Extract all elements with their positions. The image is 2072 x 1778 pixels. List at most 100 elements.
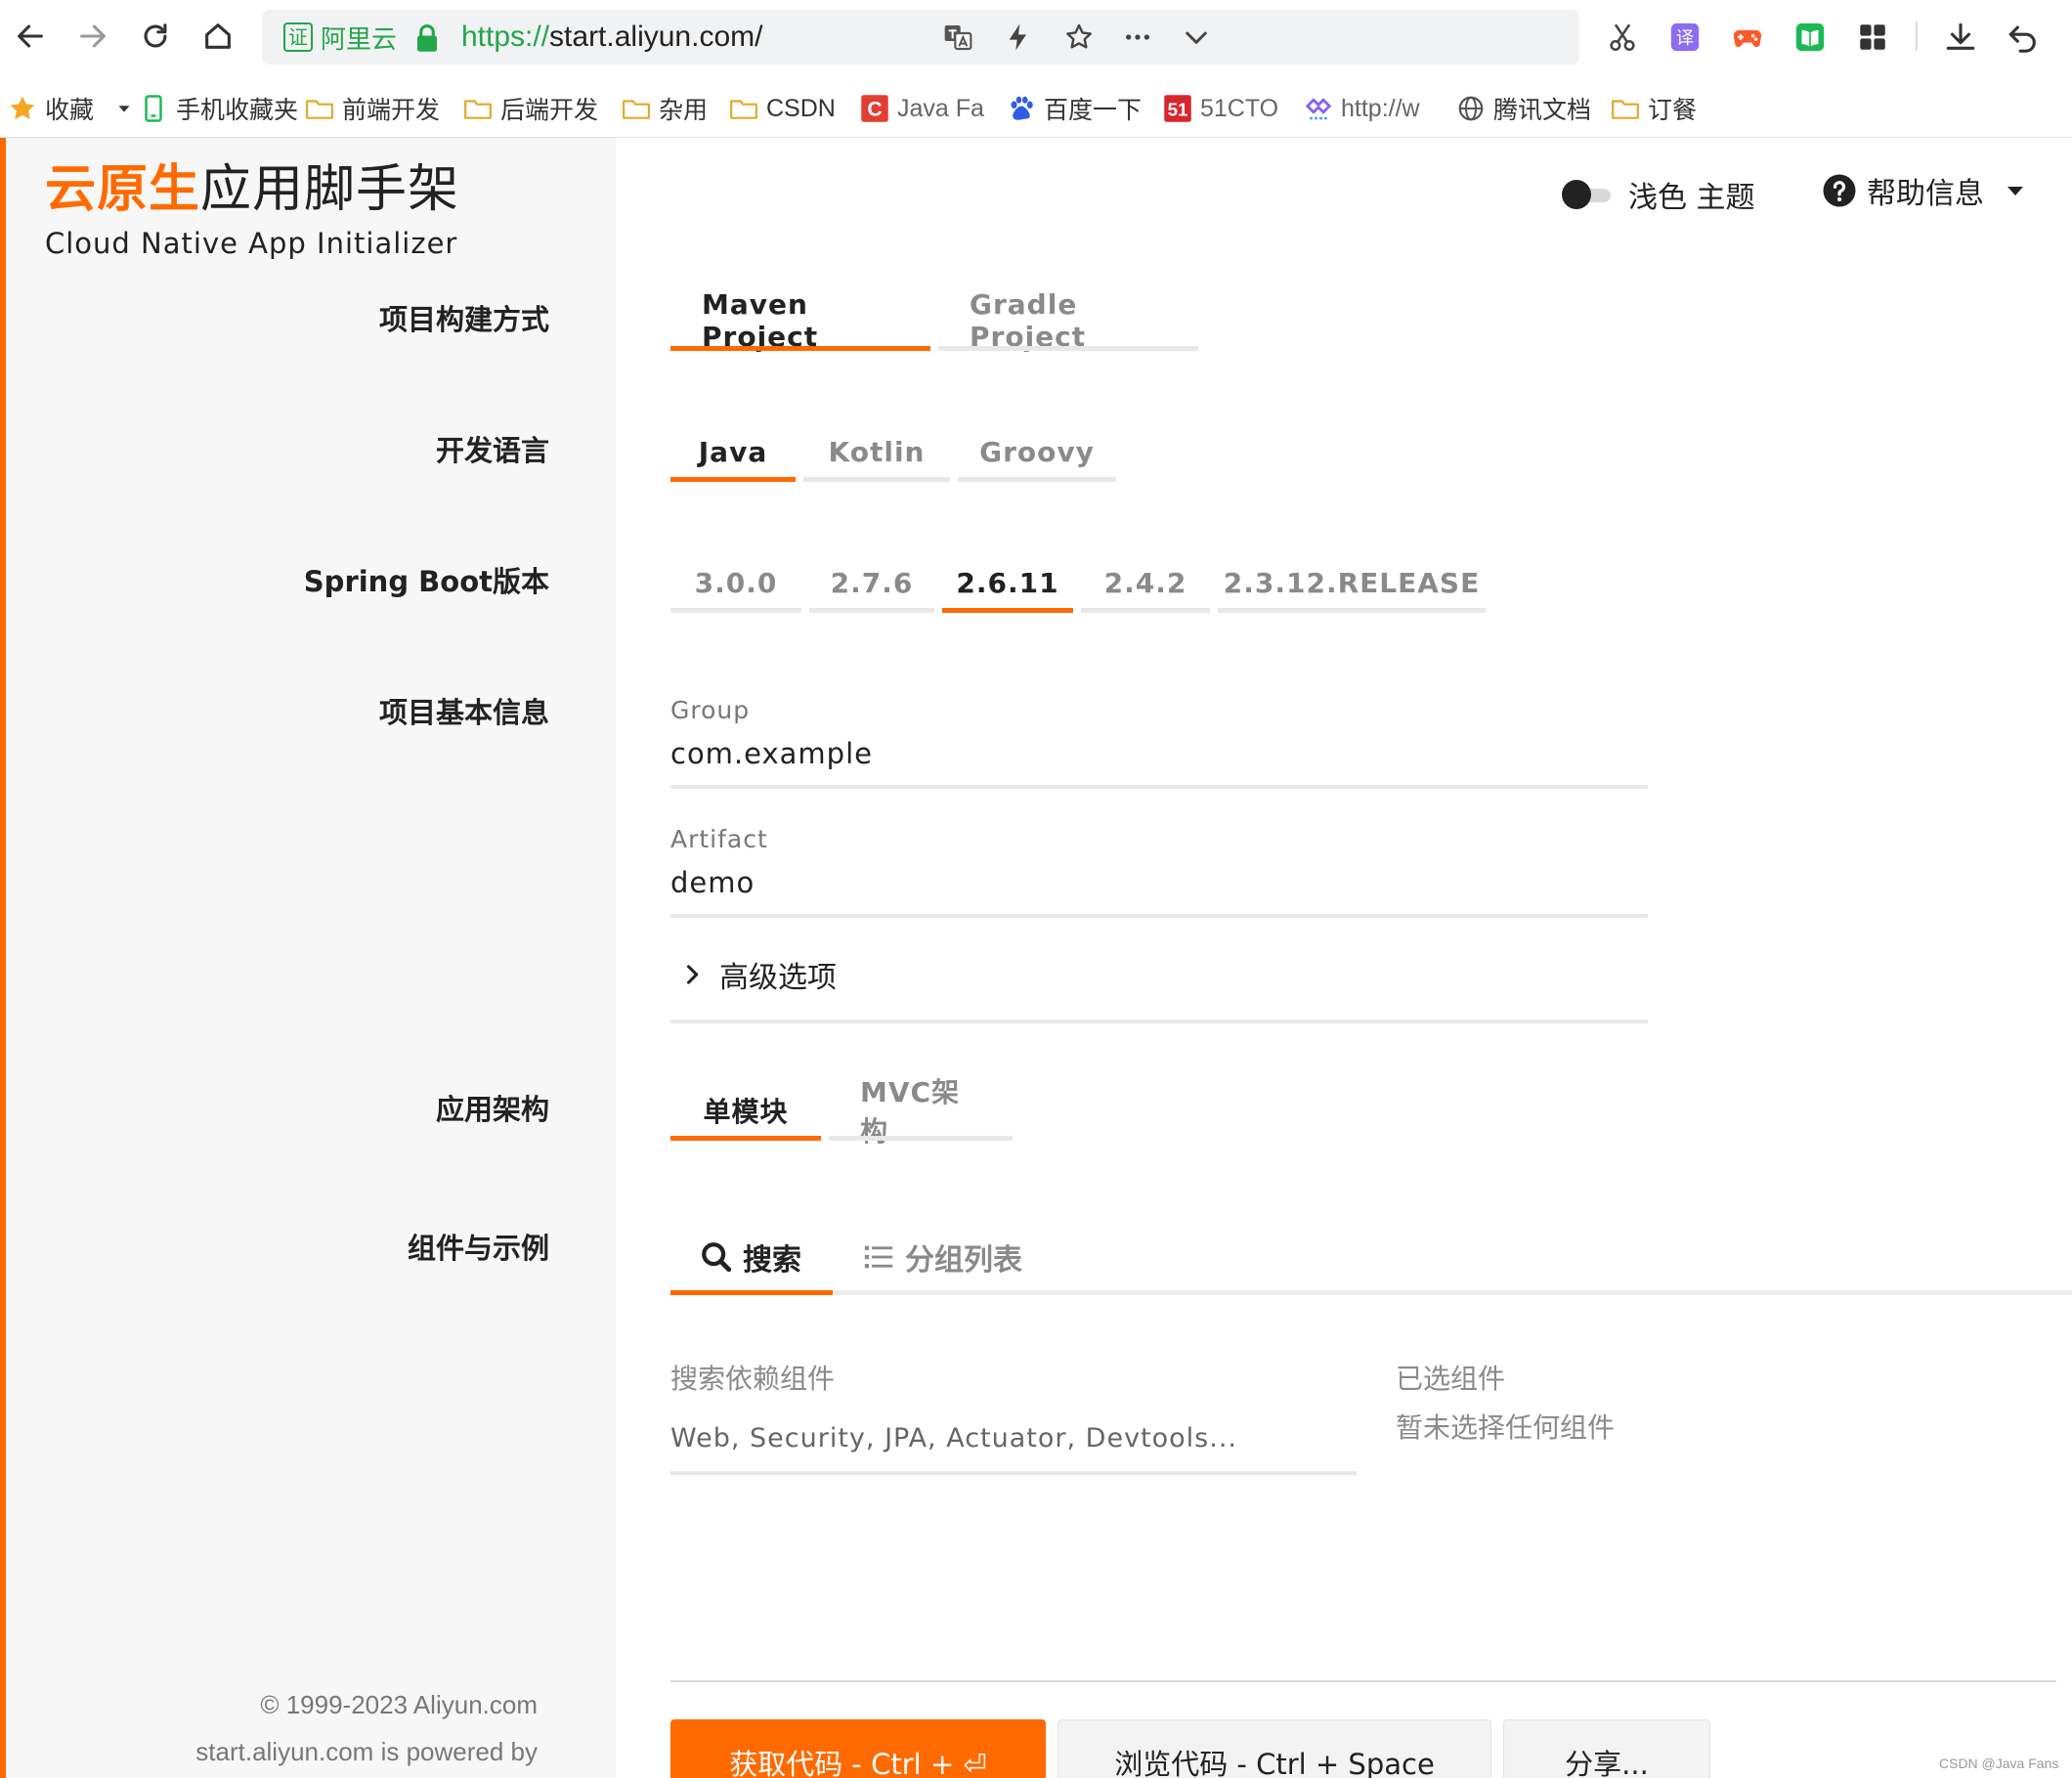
tab-groovy[interactable]: Groovy xyxy=(958,421,1116,482)
label-architecture: 应用架构 xyxy=(435,1093,549,1126)
bookmark-csdn-folder[interactable]: CSDN xyxy=(729,90,836,127)
bookmark-label: CSDN xyxy=(766,94,836,122)
screenshot-button[interactable] xyxy=(1603,18,1642,57)
url-host: start.aliyun.com/ xyxy=(549,21,763,53)
dependency-search: 搜索依赖组件 xyxy=(670,1360,1357,1475)
forward-button[interactable] xyxy=(68,12,117,61)
watermark: CSDN @Java Fans xyxy=(1939,1756,2059,1771)
switch-knob xyxy=(1562,180,1591,209)
help-menu[interactable]: 帮助信息 xyxy=(1822,169,2027,212)
folder-icon xyxy=(1612,100,1639,119)
apps-button[interactable] xyxy=(1853,18,1892,57)
bookmark-label: 杂用 xyxy=(659,97,709,124)
reload-button[interactable] xyxy=(131,12,180,61)
folder-icon xyxy=(306,100,333,119)
tab-version-3-0-0[interactable]: 3.0.0 xyxy=(670,552,801,613)
tab-kotlin[interactable]: Kotlin xyxy=(803,421,950,482)
csdn-c-icon: C xyxy=(861,95,888,122)
reader-button[interactable] xyxy=(1791,18,1830,57)
tab-java[interactable]: Java xyxy=(670,421,796,482)
bookmark-label: Java Fa xyxy=(897,94,984,122)
translate-ext-button[interactable]: 译 xyxy=(1665,18,1705,57)
group-value[interactable]: com.example xyxy=(670,734,1648,773)
tab-single-module[interactable]: 单模块 xyxy=(670,1080,821,1141)
translate-ext-icon: 译 xyxy=(1670,22,1700,52)
translate-button[interactable] xyxy=(938,20,977,55)
bookmark-baidu[interactable]: 百度一下 xyxy=(1007,90,1142,127)
artifact-value[interactable]: demo xyxy=(670,863,1648,902)
theme-label: 浅色 主题 xyxy=(1628,181,1755,215)
tab-group-list-label: 分组列表 xyxy=(905,1242,1022,1278)
tab-maven-project[interactable]: Maven Project xyxy=(670,288,930,353)
bookmarks-bar: 收藏 手机收藏夹 前端开发 后端开发 杂用 CSDN C Java Fa 百度一… xyxy=(0,82,2072,135)
url-text[interactable]: https://start.aliyun.com/ xyxy=(461,20,762,55)
certificate-badge[interactable]: 证 阿里云 xyxy=(283,22,398,55)
brand-title-rest: 应用脚手架 xyxy=(200,160,460,219)
dropdown-button[interactable] xyxy=(1177,20,1216,55)
advanced-options[interactable]: 高级选项 xyxy=(670,947,1648,1023)
bookmark-java-fans[interactable]: C Java Fa xyxy=(860,90,984,127)
more-button[interactable] xyxy=(1118,20,1157,55)
bookmark-51cto[interactable]: 51 51CTO xyxy=(1163,90,1278,127)
bookmark-star-button[interactable] xyxy=(1059,20,1099,55)
lightning-icon xyxy=(1009,23,1026,51)
download-button[interactable] xyxy=(1941,18,1980,57)
dependency-search-input[interactable] xyxy=(670,1416,1357,1459)
undo-button[interactable] xyxy=(2004,18,2043,57)
tab-gradle-project[interactable]: Gradle Project xyxy=(938,288,1198,353)
label-boot-version: Spring Boot版本 xyxy=(303,565,549,598)
tab-version-2-6-11[interactable]: 2.6.11 xyxy=(942,552,1073,613)
theme-toggle[interactable]: 浅色 主题 xyxy=(1562,173,1755,216)
back-button[interactable] xyxy=(6,12,55,61)
bookmark-mobile[interactable]: 手机收藏夹 xyxy=(139,90,298,127)
caret-down-icon xyxy=(118,106,130,112)
tab-version-2-4-2[interactable]: 2.4.2 xyxy=(1081,552,1210,613)
tab-group-list[interactable]: 分组列表 xyxy=(862,1218,1048,1295)
tab-mvc-architecture[interactable]: MVC架构 xyxy=(829,1076,1013,1148)
bookmark-label: 收藏 xyxy=(45,97,95,124)
reload-icon xyxy=(144,23,167,48)
address-bar[interactable]: 证 阿里云 https://start.aliyun.com/ xyxy=(262,10,1579,65)
list-icon xyxy=(864,1245,893,1268)
sidebar: 云原生应用脚手架 Cloud Native App Initializer 项目… xyxy=(6,138,616,1778)
bookmark-food[interactable]: 订餐 xyxy=(1611,90,1697,127)
artifact-field[interactable]: Artifact demo xyxy=(670,824,1648,918)
bookmark-favorites[interactable]: 收藏 xyxy=(8,90,135,127)
advanced-toggle[interactable]: 高级选项 xyxy=(670,947,1648,1002)
bookmark-label: 订餐 xyxy=(1648,97,1698,124)
lightning-button[interactable] xyxy=(999,20,1038,55)
bookmark-misc[interactable]: 杂用 xyxy=(622,90,708,127)
tab-version-2-3-12[interactable]: 2.3.12.RELEASE xyxy=(1218,552,1486,613)
bookmark-http[interactable]: http://w xyxy=(1304,90,1420,127)
bookmark-tencent-docs[interactable]: 腾讯文档 xyxy=(1456,90,1591,127)
folder-icon xyxy=(464,100,492,119)
field-underline xyxy=(670,1019,1648,1023)
arrow-left-icon xyxy=(18,24,43,48)
certificate-icon: 证 xyxy=(283,22,313,52)
selected-dependencies-empty: 暂未选择任何组件 xyxy=(1396,1411,1616,1444)
group-field[interactable]: Group com.example xyxy=(670,695,1648,789)
bookmark-frontend[interactable]: 前端开发 xyxy=(305,90,440,127)
share-button[interactable]: 分享... xyxy=(1503,1719,1710,1778)
svg-text:C: C xyxy=(867,98,882,121)
lock-icon xyxy=(417,23,437,52)
bookmark-label: 腾讯文档 xyxy=(1493,97,1592,124)
certificate-label: 阿里云 xyxy=(321,24,398,55)
footer-powered-by: start.aliyun.com is powered by xyxy=(195,1737,538,1766)
brand-subtitle: Cloud Native App Initializer xyxy=(45,227,458,260)
tab-version-2-7-6[interactable]: 2.7.6 xyxy=(809,552,934,613)
home-icon xyxy=(205,23,231,49)
dependency-tabs: 搜索 分组列表 xyxy=(670,1218,2072,1296)
tab-search[interactable]: 搜索 xyxy=(670,1218,833,1295)
bookmark-backend[interactable]: 后端开发 xyxy=(463,90,598,127)
home-button[interactable] xyxy=(194,12,242,61)
selected-dependencies-label: 已选组件 xyxy=(1396,1363,1506,1395)
game-button[interactable] xyxy=(1728,18,1767,57)
phone-icon xyxy=(145,95,162,122)
undo-icon xyxy=(2008,25,2036,53)
brand[interactable]: 云原生应用脚手架 Cloud Native App Initializer xyxy=(45,159,459,261)
browse-code-button[interactable]: 浏览代码 - Ctrl + Space xyxy=(1058,1719,1491,1778)
theme-switch[interactable] xyxy=(1562,180,1615,209)
globe-icon xyxy=(1458,96,1484,121)
get-code-button[interactable]: 获取代码 - Ctrl + ⏎ xyxy=(670,1719,1046,1778)
